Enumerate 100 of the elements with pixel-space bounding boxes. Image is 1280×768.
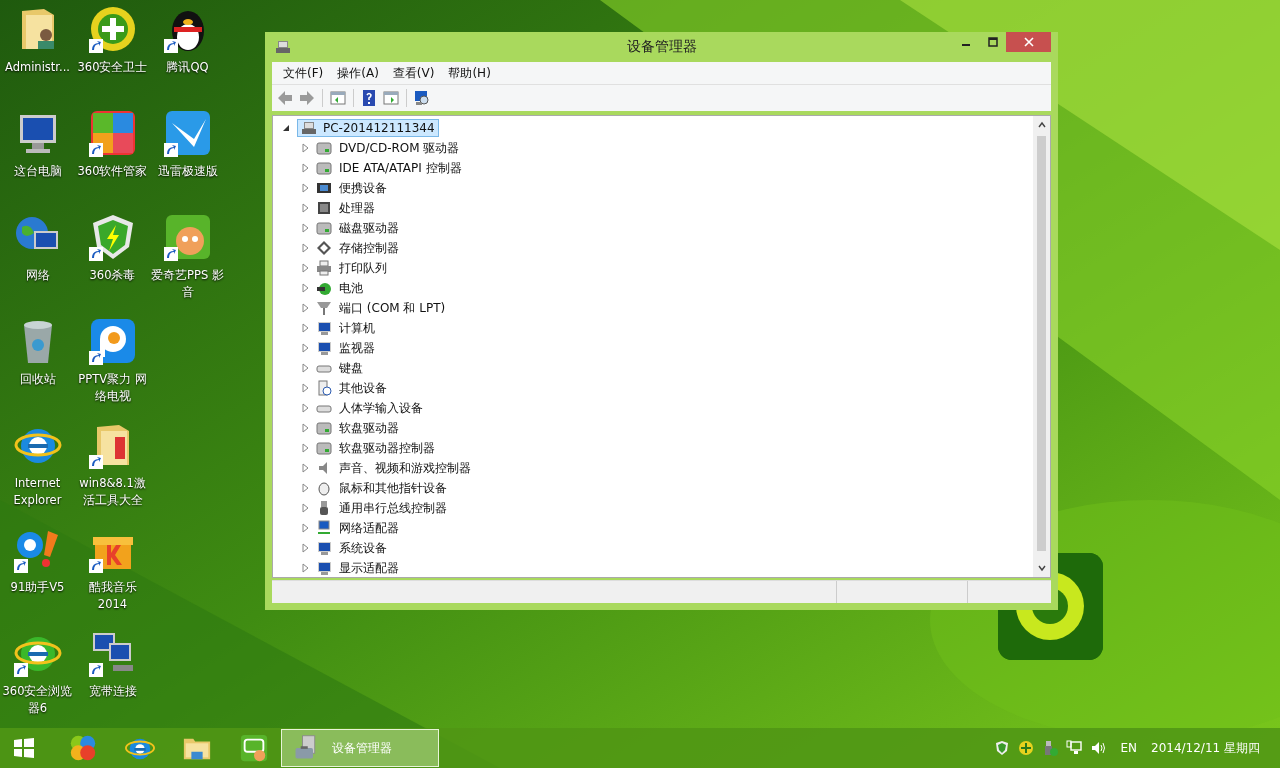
- tree-item[interactable]: 通用串行总线控制器: [338, 499, 448, 517]
- scroll-down-icon[interactable]: [1036, 563, 1047, 573]
- expand-arrow-icon[interactable]: [300, 203, 310, 213]
- tree-item[interactable]: 软盘驱动器控制器: [338, 439, 436, 457]
- tree-item[interactable]: 磁盘驱动器: [338, 219, 400, 237]
- expand-arrow-icon[interactable]: [300, 283, 310, 293]
- desktop-icon-label[interactable]: 腾讯QQ: [149, 59, 226, 76]
- expand-arrow-icon[interactable]: [300, 263, 310, 273]
- menu-item[interactable]: 文件(F): [276, 64, 331, 82]
- menu-item[interactable]: 帮助(H): [441, 64, 498, 82]
- expand-arrow-icon[interactable]: [300, 483, 310, 493]
- question-icon: [316, 380, 332, 396]
- colored-circles-icon[interactable]: [68, 733, 98, 763]
- expand-arrow-icon[interactable]: [300, 383, 310, 393]
- tiles-icon[interactable]: [88, 109, 137, 157]
- desktop-icon-label[interactable]: 回收站: [0, 371, 76, 388]
- plus-circle-icon[interactable]: [1018, 740, 1035, 756]
- network-icon: [316, 520, 332, 536]
- tree-item[interactable]: 监视器: [338, 339, 376, 357]
- expand-arrow-icon[interactable]: [300, 143, 310, 153]
- desktop-icon-label[interactable]: 这台电脑: [0, 163, 76, 180]
- tree-item[interactable]: 端口 (COM 和 LPT): [338, 299, 447, 317]
- expand-arrow-icon[interactable]: [300, 523, 310, 533]
- start-icon[interactable]: [12, 736, 36, 760]
- desktop-icon-label[interactable]: 网络: [0, 267, 76, 284]
- desktop-icon-label[interactable]: 91助手V5: [0, 579, 76, 596]
- tree-item[interactable]: 电池: [338, 279, 364, 297]
- tree-item[interactable]: DVD/CD-ROM 驱动器: [338, 139, 461, 157]
- expand-arrow-icon[interactable]: [300, 423, 310, 433]
- desktop-icon-label[interactable]: 360安全浏览器6: [0, 683, 76, 717]
- network-icon[interactable]: [1066, 740, 1083, 756]
- tree-item[interactable]: 显示适配器: [338, 559, 400, 577]
- tree-item[interactable]: 处理器: [338, 199, 376, 217]
- tree-item[interactable]: 鼠标和其他指针设备: [338, 479, 448, 497]
- menu-item[interactable]: 查看(V): [385, 64, 442, 82]
- desktop-icon-label[interactable]: 360软件管家: [74, 163, 151, 180]
- expand-arrow-icon[interactable]: [300, 343, 310, 353]
- expand-arrow-icon[interactable]: [300, 243, 310, 253]
- drive-icon: [316, 420, 332, 436]
- tree-item[interactable]: 其他设备: [338, 379, 388, 397]
- expand-arrow-icon[interactable]: [300, 223, 310, 233]
- tv-tile-icon[interactable]: [239, 733, 269, 763]
- tree-item[interactable]: IDE ATA/ATAPI 控制器: [338, 159, 463, 177]
- forward-icon[interactable]: [298, 89, 316, 107]
- collapse-arrow-icon[interactable]: [281, 123, 291, 133]
- diamond-icon: [316, 240, 332, 256]
- desktop-icon-label[interactable]: PPTV聚力 网络电视: [74, 371, 151, 405]
- expand-arrow-icon[interactable]: [300, 443, 310, 453]
- expand-arrow-icon[interactable]: [300, 303, 310, 313]
- scrollbar[interactable]: [1033, 116, 1050, 577]
- tree-item[interactable]: 人体学输入设备: [338, 399, 424, 417]
- expand-arrow-icon[interactable]: [300, 563, 310, 573]
- expand-arrow-icon[interactable]: [300, 183, 310, 193]
- tree-item[interactable]: 打印队列: [338, 259, 388, 277]
- volume-icon[interactable]: [1090, 740, 1107, 756]
- expand-arrow-icon[interactable]: [300, 403, 310, 413]
- plus-circle-icon[interactable]: [88, 5, 137, 53]
- desktop-icon-label[interactable]: 迅雷极速版: [149, 163, 226, 180]
- scroll-up-icon[interactable]: [1036, 120, 1047, 130]
- window-title: 设备管理器: [625, 38, 698, 56]
- tree-item[interactable]: 存储控制器: [338, 239, 400, 257]
- desktop-icon-label[interactable]: Administr...: [0, 59, 76, 76]
- monitor-icon: [316, 340, 332, 356]
- close-icon: [1023, 37, 1034, 47]
- desktop-icon-label[interactable]: 360杀毒: [74, 267, 151, 284]
- computer-icon: [275, 39, 291, 55]
- drive-icon: [316, 140, 332, 156]
- tree-item[interactable]: 声音、视频和游戏控制器: [338, 459, 472, 477]
- help-icon[interactable]: [360, 89, 378, 107]
- desktop-icon-label[interactable]: 酷我音乐2014: [74, 579, 151, 613]
- battery-icon: [316, 280, 332, 296]
- desktop-icon-label[interactable]: 宽带连接: [74, 683, 151, 700]
- tree-item[interactable]: PC-201412111344: [297, 119, 439, 137]
- desktop-icon-label[interactable]: 爱奇艺PPS 影音: [149, 267, 226, 301]
- usb-check-icon[interactable]: [1042, 740, 1059, 756]
- play-ring-icon[interactable]: [88, 317, 137, 365]
- drive-icon: [316, 220, 332, 236]
- menu-item[interactable]: 操作(A): [330, 64, 386, 82]
- cartoon-tile-icon[interactable]: [163, 213, 212, 261]
- tree-item[interactable]: 系统设备: [338, 539, 388, 557]
- shield-icon[interactable]: [994, 740, 1011, 756]
- desktop-icon-label[interactable]: 360安全卫士: [74, 59, 151, 76]
- tree-item[interactable]: 计算机: [338, 319, 376, 337]
- bird-icon[interactable]: [163, 109, 212, 157]
- desktop-icon-label[interactable]: win8&8.1激活工具大全: [74, 475, 151, 509]
- scan-monitor-icon[interactable]: [413, 89, 431, 107]
- expand-arrow-icon[interactable]: [300, 363, 310, 373]
- plug-icon: [316, 300, 332, 316]
- back-icon[interactable]: [276, 89, 294, 107]
- expand-arrow-icon[interactable]: [300, 503, 310, 513]
- tree-item[interactable]: 便携设备: [338, 179, 388, 197]
- pane-icon[interactable]: [329, 89, 347, 107]
- expand-arrow-icon[interactable]: [300, 543, 310, 553]
- desktop-icon-label[interactable]: Internet Explorer: [0, 475, 76, 509]
- tree-item[interactable]: 软盘驱动器: [338, 419, 400, 437]
- tree-item[interactable]: 键盘: [338, 359, 364, 377]
- expand-arrow-icon[interactable]: [300, 463, 310, 473]
- expand-arrow-icon[interactable]: [300, 163, 310, 173]
- tree-item[interactable]: 网络适配器: [338, 519, 400, 537]
- expand-arrow-icon[interactable]: [300, 323, 310, 333]
